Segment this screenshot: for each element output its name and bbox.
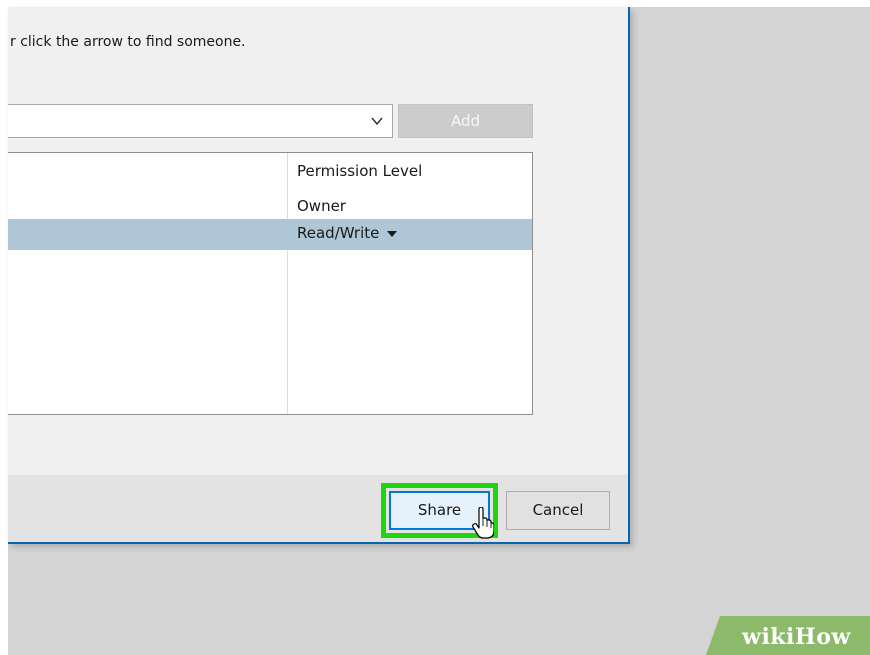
watermark-wiki: wiki <box>742 624 795 650</box>
chevron-down-icon[interactable] <box>370 114 384 128</box>
permission-dropdown-label: Read/Write <box>297 224 380 242</box>
instruction-text: r click the arrow to find someone. <box>10 34 246 50</box>
add-button[interactable]: Add <box>398 104 533 138</box>
mouse-cursor-icon <box>472 507 494 539</box>
permission-cell-owner: Owner <box>297 197 346 215</box>
share-dialog: r click the arrow to find someone. Add P… <box>8 7 630 544</box>
wikihow-watermark: wikiHow <box>742 624 851 650</box>
table-row-selected[interactable]: Read/Write <box>8 219 532 250</box>
user-search-combobox[interactable] <box>8 104 393 138</box>
screen-top-edge <box>0 0 870 7</box>
screen-left-edge <box>0 0 8 655</box>
permission-dropdown[interactable]: Read/Write <box>297 224 398 242</box>
dropdown-triangle-icon[interactable] <box>387 230 398 237</box>
watermark-how: How <box>794 624 851 650</box>
permission-list: Permission Level Owner Read/Write <box>8 152 533 415</box>
column-divider <box>287 153 288 414</box>
cancel-button[interactable]: Cancel <box>506 491 610 530</box>
permission-level-header: Permission Level <box>297 162 423 180</box>
